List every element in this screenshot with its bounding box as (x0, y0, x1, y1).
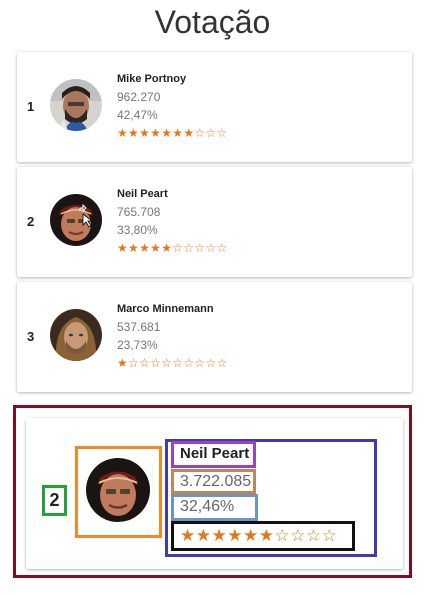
detail-vote-percentage: 32,46% (171, 494, 258, 521)
ranking-card-1[interactable]: 1 Mike Portnoy 962.270 42,47% ★★★★★★★☆☆☆ (17, 52, 412, 162)
avatar (50, 194, 102, 246)
detail-avatar (86, 458, 150, 522)
page-title: Votação (154, 4, 271, 40)
detail-info-frame: Neil Peart 3.722.085 32,46% ★★★★★★☆☆☆☆ (165, 439, 377, 557)
rank-number: 1 (27, 99, 35, 114)
detail-card[interactable]: 2 Neil Peart 3.722.085 32,46% ★★★★★★☆☆☆☆ (26, 418, 403, 569)
vote-count: 962.270 (117, 90, 161, 104)
drummer-name: Mike Portnoy (117, 73, 187, 85)
vote-percentage: 42,47% (117, 108, 158, 122)
star-rating: ★★★★★☆☆☆☆☆ (117, 241, 228, 255)
star-rating: ★★★★★★★☆☆☆ (117, 126, 228, 140)
drummer-name: Marco Minnemann (117, 303, 214, 315)
vote-percentage: 33,80% (117, 223, 158, 237)
detail-star-rating: ★★★★★★☆☆☆☆ (171, 521, 355, 551)
star-rating: ★☆☆☆☆☆☆☆☆☆ (117, 356, 228, 370)
vote-count: 765.708 (117, 205, 161, 219)
rank-number: 3 (27, 329, 35, 344)
avatar (50, 79, 102, 131)
detail-drummer-name: Neil Peart (171, 441, 256, 468)
ranking-card-2[interactable]: 2 Neil Peart 765.708 33,80% ★★★★★☆☆☆☆☆ (17, 167, 412, 277)
detail-rank-number: 2 (42, 485, 67, 516)
avatar (50, 309, 102, 361)
detail-avatar-frame (75, 446, 162, 538)
rank-number: 2 (27, 214, 35, 229)
vote-count: 537.681 (117, 320, 161, 334)
annotated-detail-frame: 2 Neil Peart 3.722.085 32,46% ★★★★★★☆☆☆☆ (13, 405, 412, 578)
ranking-card-3[interactable]: 3 Marco Minnemann 537.681 23,73% ★☆☆☆☆☆☆… (17, 282, 412, 392)
drummer-name: Neil Peart (117, 188, 168, 200)
detail-vote-count: 3.722.085 (171, 469, 256, 494)
vote-percentage: 23,73% (117, 338, 158, 352)
